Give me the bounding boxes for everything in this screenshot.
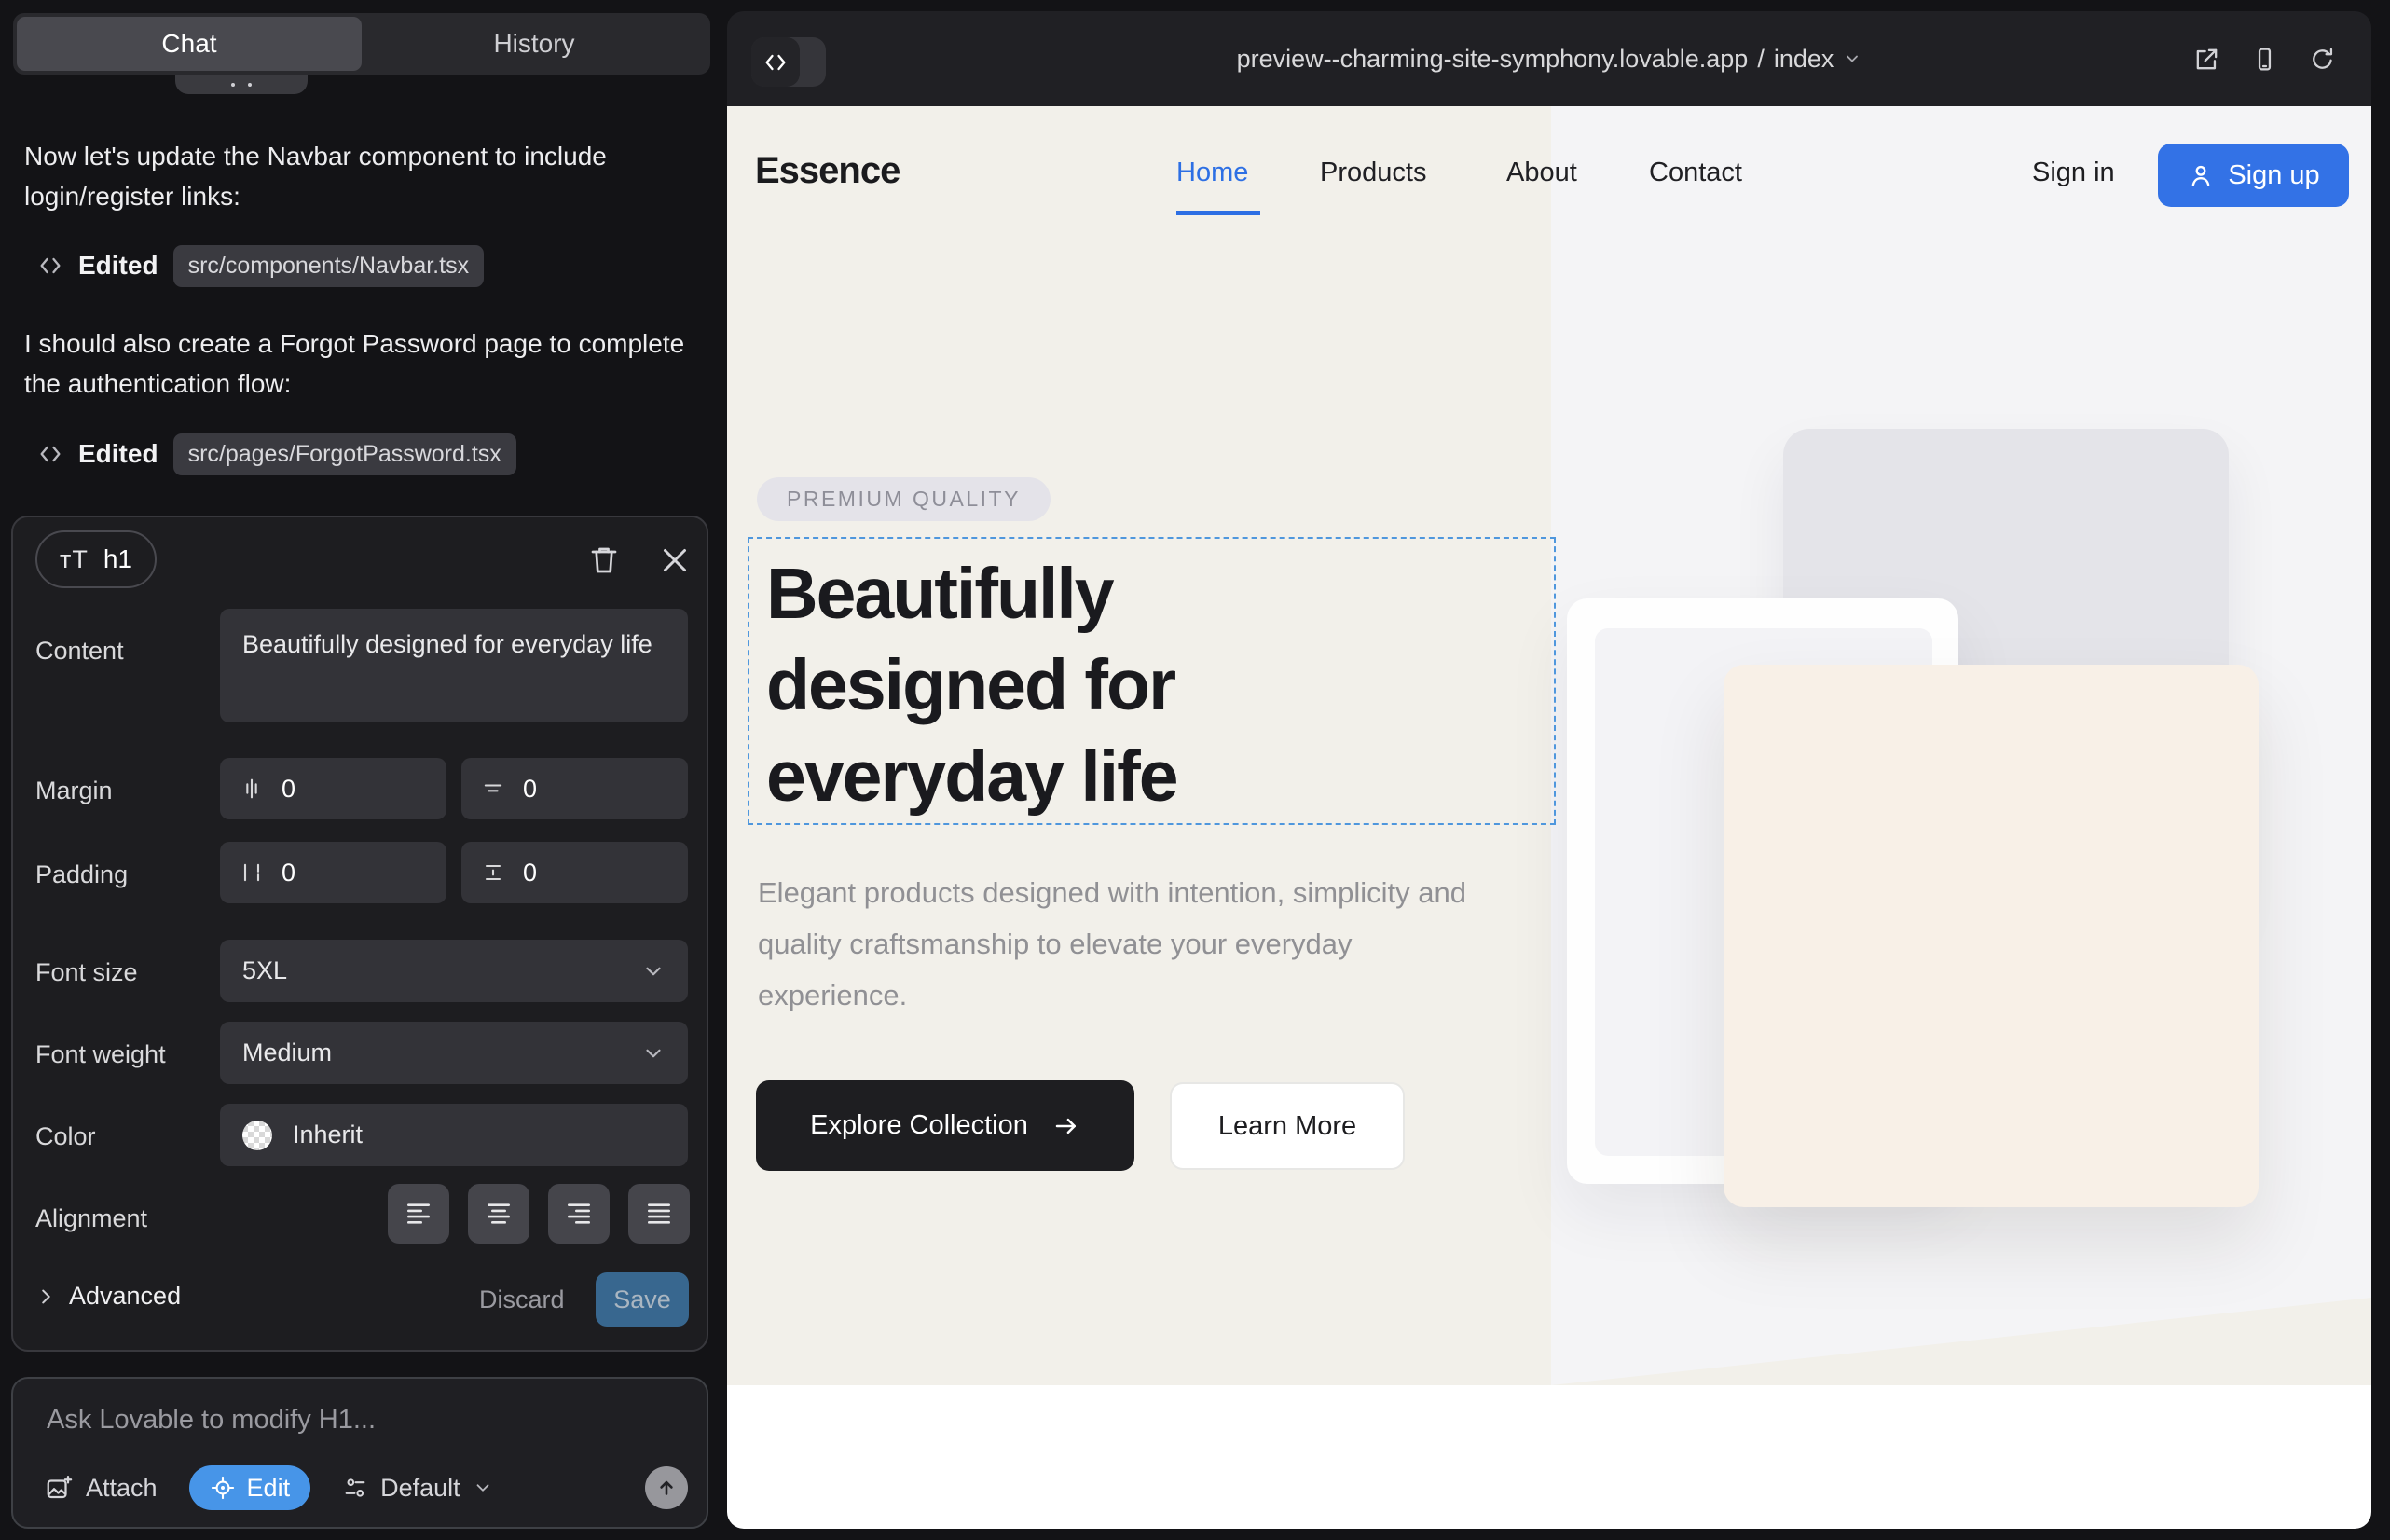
font-size-label: Font size	[35, 958, 138, 987]
padding-y-input[interactable]: 0	[461, 842, 688, 903]
signup-button[interactable]: Sign up	[2158, 144, 2349, 207]
preview-browser-frame: preview--charming-site-symphony.lovable.…	[727, 11, 2371, 1529]
margin-y-input[interactable]: 0	[461, 758, 688, 819]
chat-composer: Ask Lovable to modify H1... Attach Edit …	[11, 1377, 708, 1529]
model-default-select[interactable]: Default	[342, 1474, 493, 1503]
content-input[interactable]: Beautifully designed for everyday life	[220, 609, 688, 722]
edited-label: Edited	[78, 251, 158, 281]
tab-history[interactable]: History	[362, 17, 707, 71]
chevron-down-icon	[641, 959, 666, 983]
hero-paragraph: Elegant products designed with intention…	[758, 867, 1494, 1021]
align-center-icon	[484, 1199, 514, 1229]
open-in-new-icon[interactable]	[2193, 46, 2220, 73]
signin-link[interactable]: Sign in	[2032, 158, 2115, 188]
attach-button[interactable]: Attach	[45, 1474, 158, 1503]
margin-x-input[interactable]: 0	[220, 758, 446, 819]
align-center-button[interactable]	[468, 1184, 529, 1244]
selected-element-tag: тT h1	[35, 530, 157, 588]
explore-collection-button[interactable]: Explore Collection	[756, 1080, 1134, 1171]
decor-card-peach	[1724, 665, 2259, 1207]
file-path-chip[interactable]: src/pages/ForgotPassword.tsx	[173, 433, 516, 475]
site-logo[interactable]: Essence	[755, 150, 900, 192]
premium-quality-badge: PREMIUM QUALITY	[757, 477, 1051, 521]
color-swatch	[242, 1121, 272, 1150]
nav-home[interactable]: Home	[1176, 158, 1248, 188]
padding-x-input[interactable]: 0	[220, 842, 446, 903]
arrow-up-icon	[654, 1476, 679, 1500]
target-icon	[210, 1475, 236, 1501]
padding-label: Padding	[35, 860, 128, 889]
url-bar[interactable]: preview--charming-site-symphony.lovable.…	[727, 11, 2371, 106]
tag-name: h1	[103, 544, 132, 574]
code-icon	[37, 441, 63, 467]
chevron-right-icon	[35, 1286, 56, 1307]
hero-decorative-wedge	[1551, 1292, 2371, 1385]
chat-sidebar: Chat History Now let's update the Navbar…	[0, 0, 727, 1540]
align-justify-icon	[644, 1199, 674, 1229]
file-path-chip[interactable]: src/components/Navbar.tsx	[173, 245, 485, 287]
learn-more-button[interactable]: Learn More	[1170, 1082, 1405, 1170]
composer-input[interactable]: Ask Lovable to modify H1...	[47, 1405, 376, 1436]
color-label: Color	[35, 1122, 96, 1151]
preview-page: Essence Home Products About Contact Sign…	[727, 106, 2371, 1529]
hero-section: Essence Home Products About Contact Sign…	[727, 106, 2371, 1385]
nav-contact[interactable]: Contact	[1649, 158, 1742, 188]
content-label: Content	[35, 637, 124, 666]
discard-button[interactable]: Discard	[479, 1286, 565, 1314]
element-editor-panel: тT h1 Content Beautifully designed for e…	[11, 516, 708, 1352]
align-justify-button[interactable]	[628, 1184, 690, 1244]
align-left-button[interactable]	[388, 1184, 449, 1244]
image-plus-icon	[45, 1474, 73, 1502]
send-button[interactable]	[645, 1466, 688, 1509]
alignment-label: Alignment	[35, 1204, 147, 1233]
edited-file-row[interactable]: Edited src/components/Navbar.tsx	[37, 244, 484, 287]
font-weight-select[interactable]: Medium	[220, 1022, 688, 1084]
sidebar-tabbar: Chat History	[13, 13, 710, 75]
refresh-icon[interactable]	[2309, 46, 2336, 73]
color-select[interactable]: Inherit	[220, 1104, 688, 1166]
font-size-select[interactable]: 5XL	[220, 940, 688, 1002]
chat-message: I should also create a Forgot Password p…	[24, 323, 690, 404]
delete-element-button[interactable]	[587, 543, 621, 577]
preview-url: preview--charming-site-symphony.lovable.…	[1237, 45, 1749, 74]
chevron-down-icon	[641, 1041, 666, 1066]
route-name: index	[1774, 45, 1834, 74]
align-right-button[interactable]	[548, 1184, 610, 1244]
nav-about[interactable]: About	[1506, 158, 1577, 188]
clipped-scroll-chip	[175, 75, 308, 94]
align-left-icon	[404, 1199, 433, 1229]
typography-icon: тT	[60, 545, 89, 574]
padding-vertical-icon	[480, 859, 506, 886]
margin-horizontal-icon	[239, 776, 265, 802]
font-weight-label: Font weight	[35, 1040, 166, 1069]
margin-vertical-icon	[480, 776, 506, 802]
padding-horizontal-icon	[239, 859, 265, 886]
close-panel-icon[interactable]	[658, 543, 692, 577]
arrow-right-icon	[1052, 1112, 1080, 1140]
edited-label: Edited	[78, 439, 158, 469]
mobile-view-icon[interactable]	[2251, 46, 2278, 73]
code-icon	[37, 253, 63, 279]
align-right-icon	[564, 1199, 594, 1229]
edit-mode-button[interactable]: Edit	[189, 1465, 311, 1510]
margin-label: Margin	[35, 777, 113, 805]
user-icon	[2187, 161, 2215, 189]
active-nav-underline	[1176, 211, 1260, 215]
lovable-editor-app: Chat History Now let's update the Navbar…	[0, 0, 2390, 1540]
h1-selection-outline[interactable]	[748, 537, 1556, 825]
tab-chat[interactable]: Chat	[17, 17, 362, 71]
advanced-toggle[interactable]: Advanced	[35, 1282, 181, 1311]
chevron-down-icon	[1843, 49, 1861, 68]
save-button[interactable]: Save	[596, 1272, 689, 1327]
browser-toolbar: preview--charming-site-symphony.lovable.…	[727, 11, 2371, 106]
sliders-icon	[342, 1475, 368, 1501]
nav-products[interactable]: Products	[1320, 158, 1426, 188]
edited-file-row[interactable]: Edited src/pages/ForgotPassword.tsx	[37, 433, 516, 475]
chat-message: Now let's update the Navbar component to…	[24, 136, 690, 216]
chevron-down-icon	[473, 1478, 493, 1498]
